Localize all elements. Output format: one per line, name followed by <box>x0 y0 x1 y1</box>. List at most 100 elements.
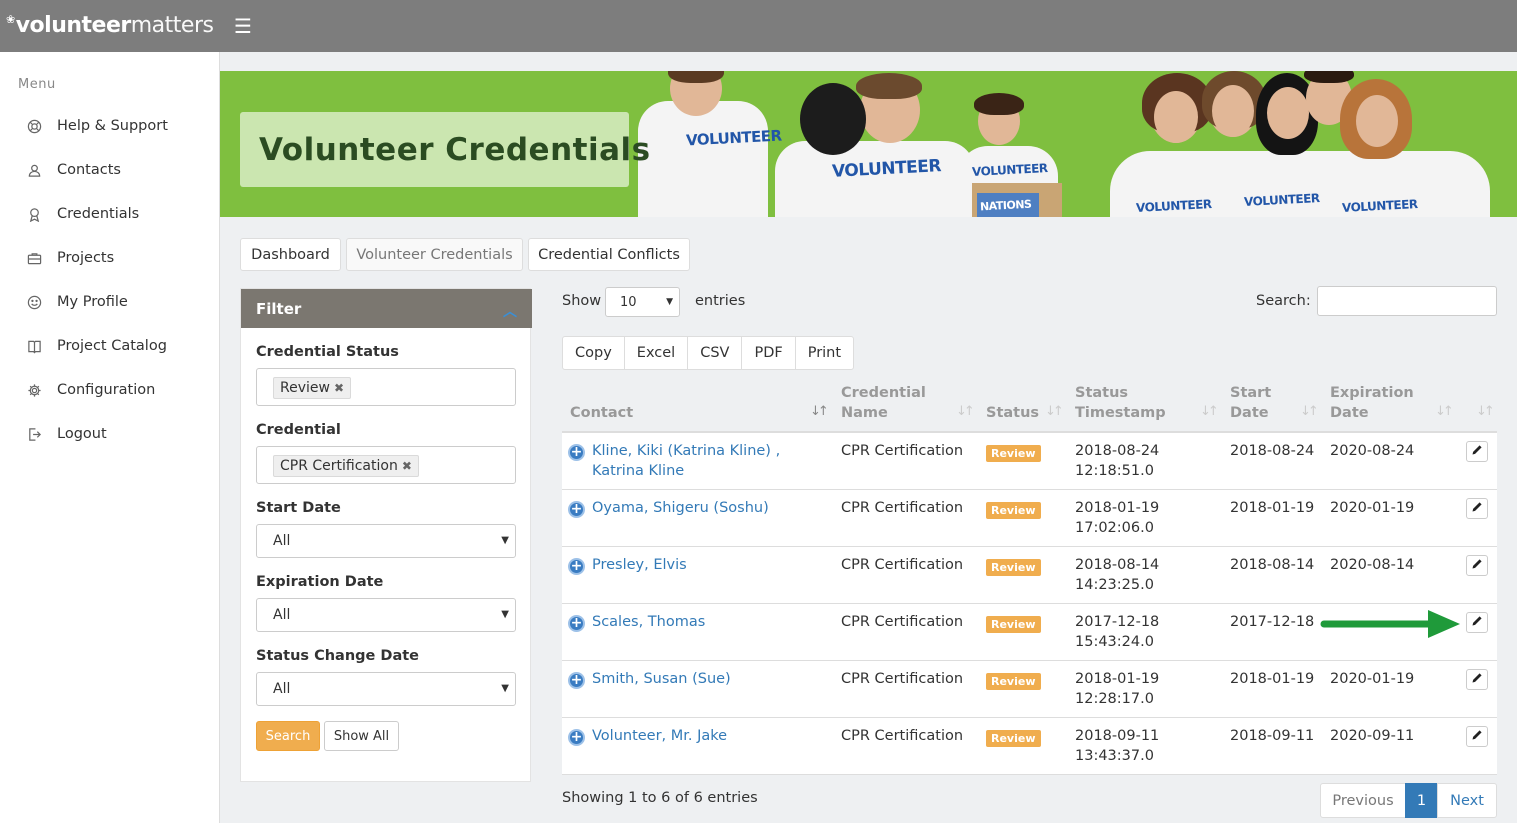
contact-link[interactable]: Kline, Kiki (Katrina Kline) , Katrina Kl… <box>592 441 780 481</box>
contact-link[interactable]: Oyama, Shigeru (Soshu) <box>592 498 769 518</box>
status-badge: Review <box>986 445 1041 462</box>
logo-brand: volunteer <box>15 13 132 38</box>
sort-icon[interactable]: ↓↑ <box>956 404 975 419</box>
column-header-contact[interactable]: Contact <box>570 403 633 423</box>
sort-icon[interactable]: ↓↑ <box>1300 404 1319 419</box>
expand-row-icon[interactable]: + <box>568 672 585 689</box>
start-date: 2018-01-19 <box>1230 671 1315 687</box>
excel-button[interactable]: Excel <box>623 336 689 370</box>
gear-icon <box>24 380 44 400</box>
header-line: Status <box>1075 385 1129 401</box>
column-header-status-timestamp[interactable]: Status Timestamp <box>1075 383 1166 423</box>
print-button[interactable]: Print <box>794 336 855 370</box>
book-icon <box>24 336 44 356</box>
sidebar-item-logout[interactable]: Logout <box>24 422 107 446</box>
edit-button[interactable] <box>1466 726 1488 747</box>
expand-row-icon[interactable]: + <box>568 729 585 746</box>
remove-tag-icon[interactable]: ✖ <box>402 459 412 473</box>
sidebar-item-label: Credentials <box>57 206 140 222</box>
hamburger-menu-icon[interactable]: ☰ <box>234 14 252 38</box>
lifebuoy-icon <box>24 116 44 136</box>
credential-status-field[interactable]: Review ✖ <box>256 368 516 406</box>
column-header-expiration-date[interactable]: Expiration Date <box>1330 383 1414 423</box>
sort-asc-icon[interactable]: ↓↑ <box>810 404 829 419</box>
table-row: + Volunteer, Mr. Jake CPR Certification … <box>562 718 1497 775</box>
expand-row-icon[interactable]: + <box>568 558 585 575</box>
tab-credential-conflicts[interactable]: Credential Conflicts <box>528 238 690 271</box>
sidebar-item-label: Contacts <box>57 162 121 178</box>
header-line: Expiration <box>1330 385 1414 401</box>
sort-icon[interactable]: ↓↑ <box>1435 404 1454 419</box>
caret-down-icon: ▼ <box>501 535 509 546</box>
contact-link[interactable]: Presley, Elvis <box>592 555 687 575</box>
expand-row-icon[interactable]: + <box>568 615 585 632</box>
credential-field[interactable]: CPR Certification ✖ <box>256 446 516 484</box>
sort-icon[interactable]: ↓↑ <box>1200 404 1219 419</box>
sidebar-item-my-profile[interactable]: My Profile <box>24 290 128 314</box>
timestamp-date: 2018-08-24 <box>1075 443 1160 459</box>
status-badge: Review <box>986 673 1041 690</box>
edit-button[interactable] <box>1466 612 1488 633</box>
status-timestamp: 2017-12-18 15:43:24.0 <box>1075 612 1159 652</box>
sidebar-item-projects[interactable]: Projects <box>24 246 114 270</box>
edit-button[interactable] <box>1466 669 1488 690</box>
timestamp-time: 14:23:25.0 <box>1075 577 1154 593</box>
contact-link[interactable]: Volunteer, Mr. Jake <box>592 726 727 746</box>
status-badge: Review <box>986 616 1041 633</box>
remove-tag-icon[interactable]: ✖ <box>334 381 344 395</box>
tab-volunteer-credentials[interactable]: Volunteer Credentials <box>346 238 523 271</box>
shirt-text: NATIONS <box>979 197 1032 214</box>
previous-page-button[interactable]: Previous <box>1320 783 1406 818</box>
status-change-date-select[interactable]: All ▼ <box>256 672 516 706</box>
column-header-start-date[interactable]: Start Date <box>1230 383 1271 423</box>
timestamp-date: 2017-12-18 <box>1075 614 1160 630</box>
sidebar-item-project-catalog[interactable]: Project Catalog <box>24 334 167 358</box>
expand-row-icon[interactable]: + <box>568 501 585 518</box>
pencil-icon <box>1471 558 1483 574</box>
header-banner: VOLUNTEER VOLUNTEER VOLUNTEER NATIONS VO… <box>220 71 1517 217</box>
expiration-date: 2020-01-19 <box>1330 500 1415 516</box>
column-header-credential-name[interactable]: Credential Name <box>841 383 926 423</box>
sidebar-item-configuration[interactable]: Configuration <box>24 378 155 402</box>
select-value: All <box>273 533 291 549</box>
csv-button[interactable]: CSV <box>687 336 743 370</box>
table-row: + Presley, Elvis CPR Certification Revie… <box>562 547 1497 604</box>
search-button[interactable]: Search <box>256 721 320 751</box>
start-date: 2018-09-11 <box>1230 728 1315 744</box>
sidebar-item-label: Configuration <box>57 382 156 398</box>
sidebar-item-help-support[interactable]: Help & Support <box>24 114 168 138</box>
filter-header[interactable]: Filter ︿ <box>241 289 532 328</box>
sort-icon[interactable]: ↓↑ <box>1045 404 1064 419</box>
show-all-button[interactable]: Show All <box>324 721 399 751</box>
start-date-select[interactable]: All ▼ <box>256 524 516 558</box>
copy-button[interactable]: Copy <box>562 336 625 370</box>
page-length-select[interactable]: 10 ▼ <box>605 287 680 317</box>
search-input[interactable] <box>1317 286 1497 316</box>
sprout-icon: ❀ <box>6 13 15 26</box>
sort-icon[interactable]: ↓↑ <box>1476 404 1495 419</box>
edit-button[interactable] <box>1466 498 1488 519</box>
contact-link[interactable]: Scales, Thomas <box>592 612 705 632</box>
credentials-icon <box>24 204 44 224</box>
next-page-button[interactable]: Next <box>1437 783 1497 818</box>
tab-dashboard[interactable]: Dashboard <box>240 238 341 271</box>
chevron-up-icon[interactable]: ︿ <box>503 301 517 321</box>
expiration-date-select[interactable]: All ▼ <box>256 598 516 632</box>
sidebar-item-contacts[interactable]: Contacts <box>24 158 121 182</box>
pencil-icon <box>1471 615 1483 631</box>
credential-name: CPR Certification <box>841 500 964 516</box>
edit-button[interactable] <box>1466 441 1488 462</box>
contact-link[interactable]: Smith, Susan (Sue) <box>592 669 731 689</box>
sidebar-item-credentials[interactable]: Credentials <box>24 202 139 226</box>
edit-button[interactable] <box>1466 555 1488 576</box>
expiration-date-label: Expiration Date <box>256 574 384 590</box>
page-1-button[interactable]: 1 <box>1405 783 1438 818</box>
caret-down-icon: ▼ <box>501 609 509 620</box>
app-logo[interactable]: ❀volunteermatters <box>6 13 214 38</box>
sidebar-item-label: Logout <box>57 426 107 442</box>
pdf-button[interactable]: PDF <box>741 336 796 370</box>
contact-line: Oyama, Shigeru (Soshu) <box>592 500 769 516</box>
search-label: Search: <box>1256 293 1311 309</box>
expand-row-icon[interactable]: + <box>568 444 585 461</box>
column-header-status[interactable]: Status <box>986 403 1039 423</box>
